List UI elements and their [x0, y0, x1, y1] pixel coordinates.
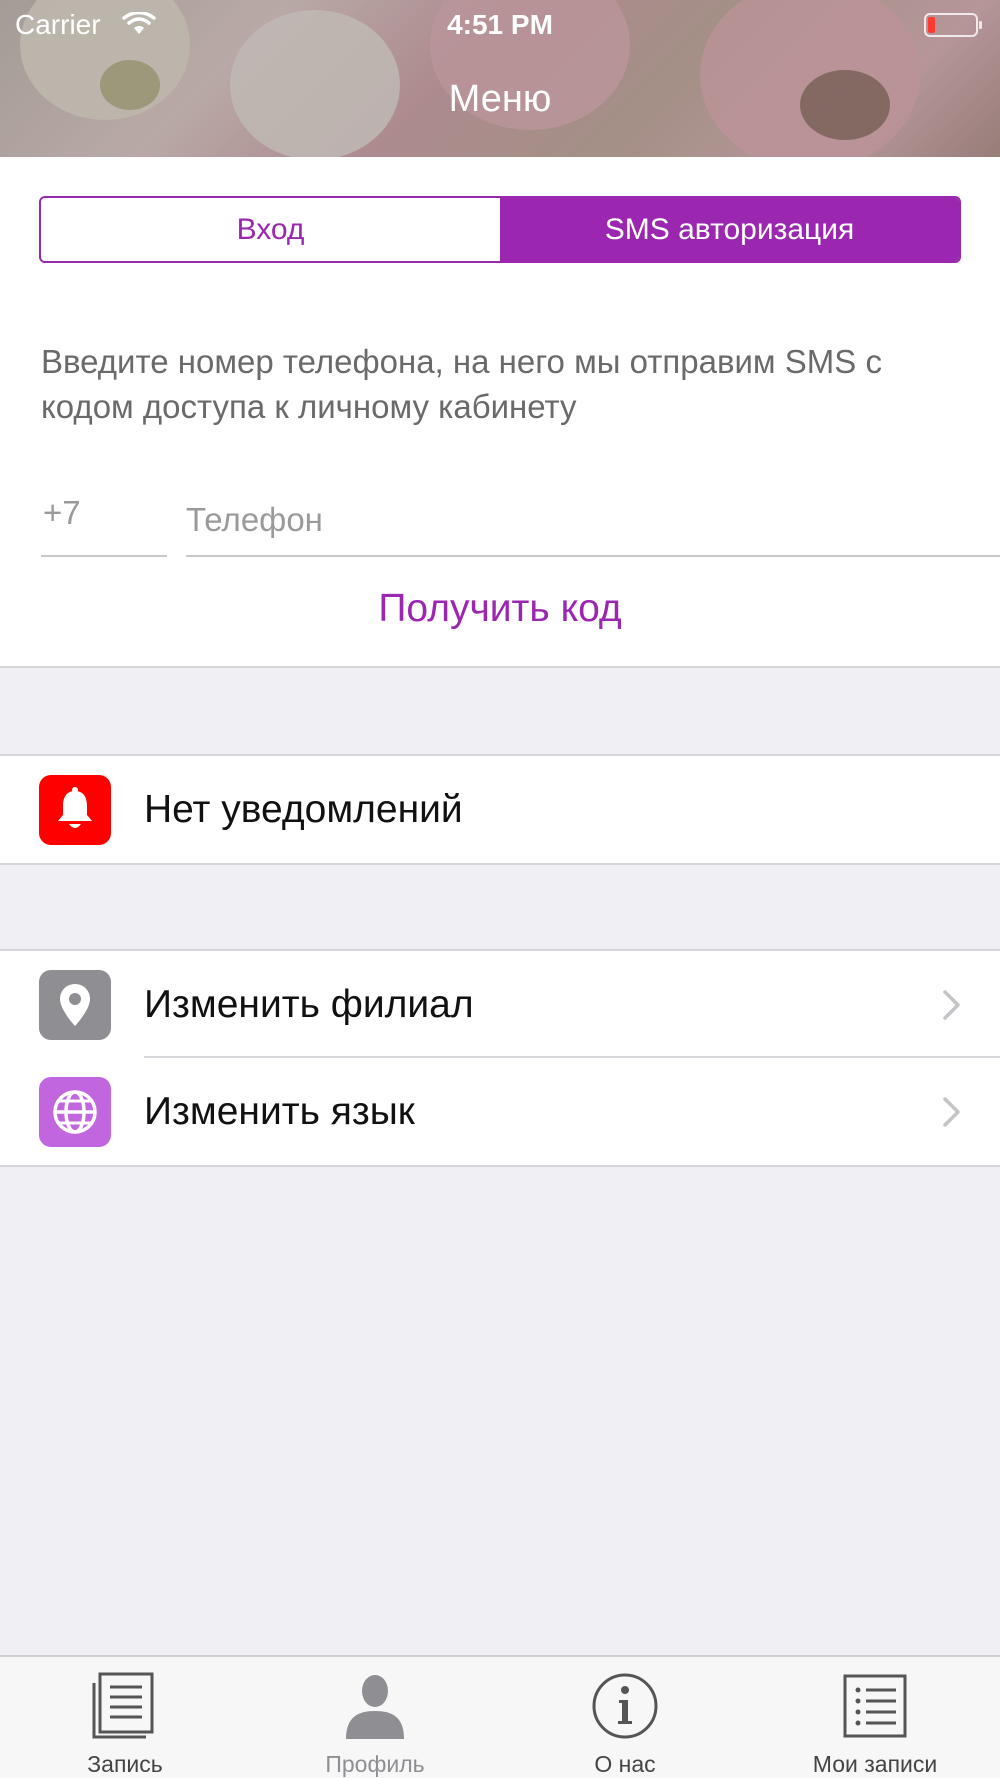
sms-hint-text: Введите номер телефона, на него мы отпра…	[41, 343, 882, 425]
tab-booking[interactable]: Запись	[0, 1657, 250, 1778]
globe-icon-tile	[39, 1077, 111, 1147]
country-code-label: +7	[43, 494, 81, 531]
tab-my-bookings[interactable]: Мои записи	[750, 1657, 1000, 1778]
status-bar: Carrier 4:51 PM	[0, 0, 1000, 50]
notifications-row[interactable]: Нет уведомлений	[0, 756, 1000, 863]
chevron-right-icon	[943, 1097, 960, 1127]
tab-about-label: О нас	[594, 1751, 656, 1777]
location-icon-tile	[39, 970, 111, 1040]
change-branch-row[interactable]: Изменить филиал	[0, 951, 1000, 1058]
tab-profile[interactable]: Профиль	[250, 1657, 500, 1778]
location-pin-icon	[60, 984, 90, 1026]
country-code-field[interactable]: +7	[41, 494, 167, 557]
tab-login[interactable]: Вход	[41, 198, 500, 261]
page-title: Меню	[448, 78, 552, 120]
tab-profile-label: Профиль	[325, 1751, 425, 1777]
change-language-label: Изменить язык	[144, 1089, 415, 1133]
bell-icon	[58, 787, 92, 828]
settings-group: Изменить филиал Изменить язык	[0, 949, 1000, 1167]
auth-card: Вход SMS авторизация Введите номер телеф…	[0, 157, 1000, 668]
info-icon	[592, 1673, 658, 1739]
chevron-right-icon	[943, 990, 960, 1020]
globe-icon	[53, 1090, 97, 1134]
person-icon	[346, 1675, 404, 1739]
tab-my-bookings-label: Мои записи	[812, 1751, 938, 1777]
auth-segmented-control: Вход SMS авторизация	[39, 196, 961, 263]
document-icon	[92, 1672, 154, 1739]
tab-sms-auth[interactable]: SMS авторизация	[500, 198, 959, 261]
notifications-group: Нет уведомлений	[0, 754, 1000, 865]
list-icon	[843, 1674, 907, 1738]
status-time: 4:51 PM	[447, 9, 553, 40]
battery-icon	[924, 13, 982, 37]
phone-input[interactable]	[186, 485, 1000, 557]
change-branch-label: Изменить филиал	[144, 982, 474, 1026]
get-code-button[interactable]: Получить код	[0, 587, 1000, 631]
header: Carrier 4:51 PM Меню	[0, 0, 1000, 157]
tab-bar: Запись Профиль О нас Мои записи	[0, 1655, 1000, 1778]
notifications-label: Нет уведомлений	[144, 787, 463, 831]
bell-icon-tile	[39, 775, 111, 845]
tab-about[interactable]: О нас	[500, 1657, 750, 1778]
tab-booking-label: Запись	[87, 1751, 163, 1777]
change-language-row[interactable]: Изменить язык	[0, 1058, 1000, 1165]
